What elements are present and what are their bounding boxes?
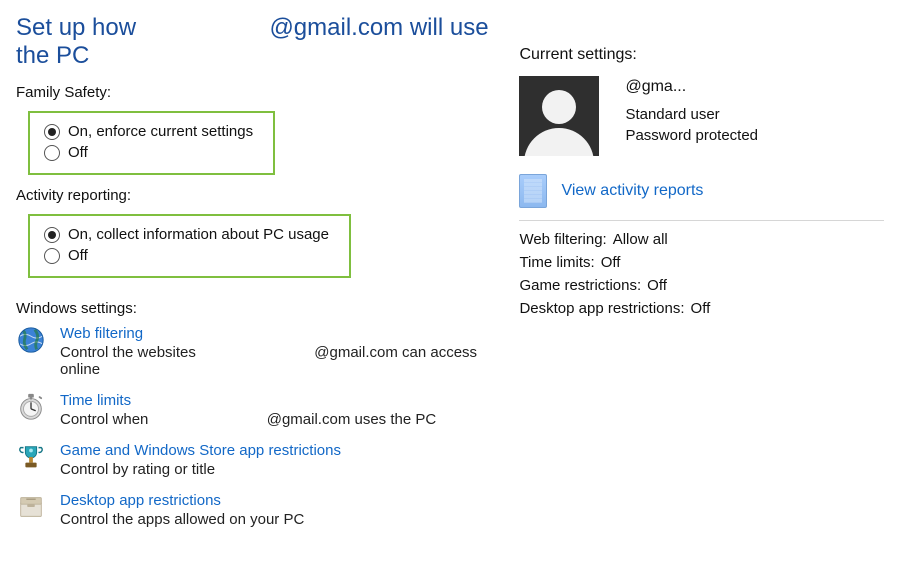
account-email: @gma...	[625, 78, 758, 96]
activity-reporting-on-radio[interactable]: On, collect information about PC usage	[44, 226, 329, 243]
activity-reports-row: View activity reports	[519, 174, 884, 208]
activity-reporting-group: On, collect information about PC usage O…	[28, 214, 351, 278]
radio-icon	[44, 248, 60, 264]
box-icon	[16, 492, 50, 526]
desktop-restrictions-link[interactable]: Desktop app restrictions	[60, 492, 221, 509]
time-limits-desc: Control when @gmail.com uses the PC	[60, 411, 499, 428]
windows-settings-label: Windows settings:	[16, 300, 499, 317]
family-safety-on-radio[interactable]: On, enforce current settings	[44, 123, 253, 140]
family-safety-off-radio[interactable]: Off	[44, 144, 253, 161]
family-safety-off-label: Off	[68, 144, 88, 161]
activity-reporting-off-label: Off	[68, 247, 88, 264]
web-filtering-link[interactable]: Web filtering	[60, 325, 143, 342]
divider	[519, 220, 884, 221]
activity-reporting-on-label: On, collect information about PC usage	[68, 226, 329, 243]
radio-icon	[44, 227, 60, 243]
summary-desktop-restrictions: Desktop app restrictions: Off	[519, 300, 884, 317]
activity-reporting-label: Activity reporting:	[16, 187, 499, 204]
radio-icon	[44, 145, 60, 161]
summary-web-filtering: Web filtering: Allow all	[519, 231, 884, 248]
setting-time-limits: Time limits Control when @gmail.com uses…	[16, 392, 499, 428]
radio-icon	[44, 124, 60, 140]
family-safety-group: On, enforce current settings Off	[28, 111, 275, 175]
game-restrictions-desc: Control by rating or title	[60, 461, 499, 478]
setting-desktop-restrictions: Desktop app restrictions Control the app…	[16, 492, 499, 528]
game-restrictions-link[interactable]: Game and Windows Store app restrictions	[60, 442, 341, 459]
globe-icon	[16, 325, 50, 359]
notebook-icon	[519, 174, 547, 208]
family-safety-label: Family Safety:	[16, 84, 499, 101]
desktop-restrictions-desc: Control the apps allowed on your PC	[60, 511, 499, 528]
trophy-icon	[16, 442, 50, 476]
view-activity-reports-link[interactable]: View activity reports	[561, 182, 703, 200]
account-block: @gma... Standard user Password protected	[519, 76, 884, 156]
title-prefix: Set up how	[16, 14, 136, 41]
setting-game-restrictions: Game and Windows Store app restrictions …	[16, 442, 499, 478]
title-email: @gmail.com	[269, 14, 403, 41]
family-safety-on-label: On, enforce current settings	[68, 123, 253, 140]
summary-game-restrictions: Game restrictions: Off	[519, 277, 884, 294]
current-settings-label: Current settings:	[519, 46, 884, 64]
web-filtering-desc: Control the websites @gmail.com can acce…	[60, 344, 499, 378]
summary-time-limits: Time limits: Off	[519, 254, 884, 271]
account-protection: Password protected	[625, 125, 758, 146]
stopwatch-icon	[16, 392, 50, 426]
avatar-icon	[519, 76, 599, 156]
setting-web-filtering: Web filtering Control the websites @gmai…	[16, 325, 499, 378]
page-title: Set up how @gmail.com will use the PC	[16, 14, 499, 70]
account-type: Standard user	[625, 104, 758, 125]
activity-reporting-off-radio[interactable]: Off	[44, 247, 329, 264]
time-limits-link[interactable]: Time limits	[60, 392, 131, 409]
